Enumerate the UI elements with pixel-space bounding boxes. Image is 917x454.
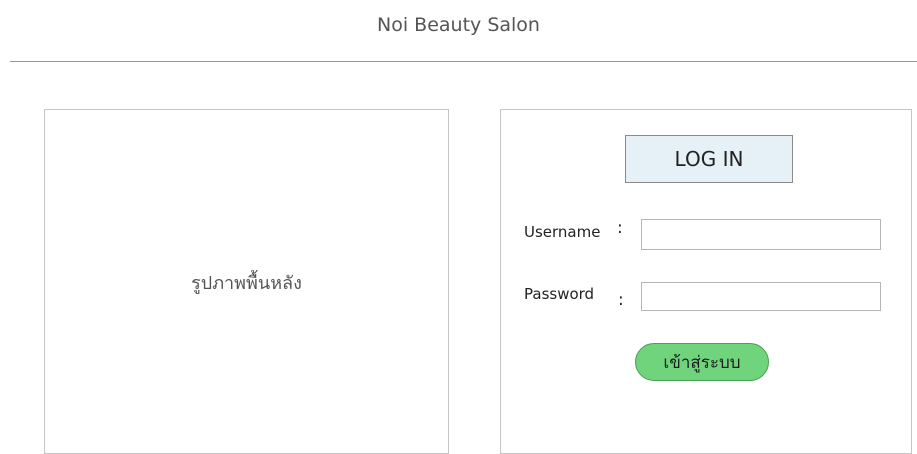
password-colon: : — [618, 290, 624, 310]
username-colon: : — [617, 218, 623, 238]
password-label: Password — [524, 285, 595, 303]
login-panel: LOG IN Username : Password : เข้าสู่ระบบ — [500, 109, 912, 454]
background-image-panel: รูปภาพพื้นหลัง — [44, 109, 449, 454]
header-divider — [10, 61, 917, 62]
login-heading: LOG IN — [625, 135, 793, 183]
username-input[interactable] — [641, 219, 881, 250]
site-title: Noi Beauty Salon — [377, 14, 540, 36]
background-image-placeholder-label: รูปภาพพื้นหลัง — [191, 273, 302, 294]
password-input[interactable] — [641, 282, 881, 311]
login-submit-button[interactable]: เข้าสู่ระบบ — [635, 343, 769, 381]
username-label: Username — [524, 223, 601, 241]
